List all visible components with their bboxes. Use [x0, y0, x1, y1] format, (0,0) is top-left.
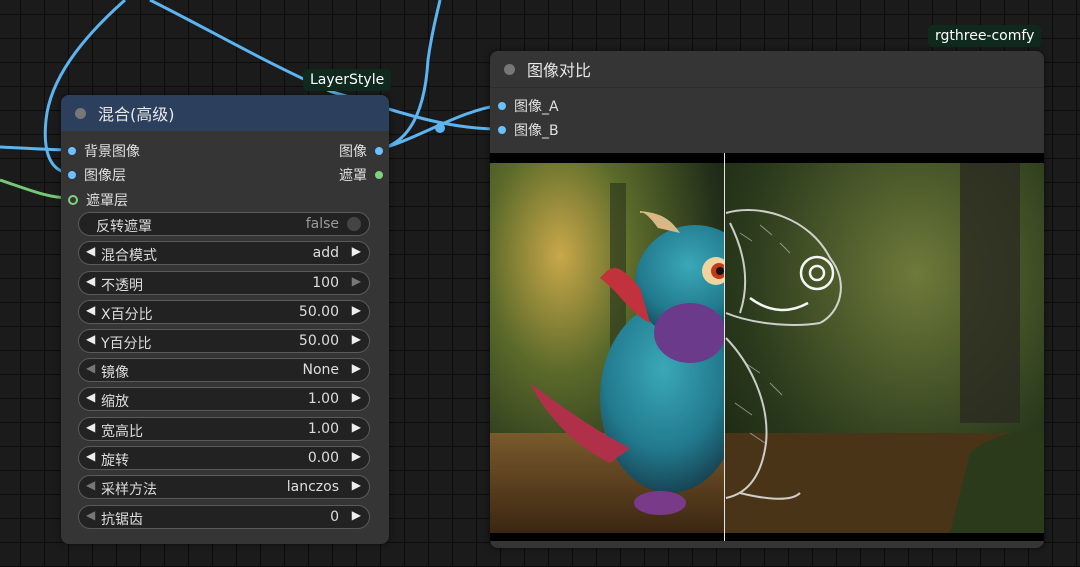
input-image-a[interactable]: 图像_A	[498, 96, 559, 116]
input-image-b[interactable]: 图像_B	[498, 120, 559, 140]
invert-mask-toggle[interactable]: 反转遮罩 false	[78, 212, 370, 236]
decrement-arrow-icon[interactable]: ◀	[86, 420, 95, 434]
increment-arrow-icon[interactable]: ▶	[352, 332, 361, 346]
increment-arrow-icon[interactable]: ▶	[352, 420, 361, 434]
compare-node-header[interactable]: 图像对比	[490, 51, 1044, 88]
mask-output-pin-icon[interactable]	[375, 171, 383, 179]
increment-arrow-icon[interactable]: ▶	[352, 303, 361, 317]
increment-arrow-icon[interactable]: ▶	[352, 478, 361, 492]
layerstyle-tag: LayerStyle	[303, 69, 392, 91]
toggle-knob-icon[interactable]	[347, 217, 361, 231]
increment-arrow-icon[interactable]: ▶	[352, 274, 361, 288]
decrement-arrow-icon[interactable]: ◀	[86, 449, 95, 463]
y-percent-widget[interactable]: ◀ Y百分比 50.00 ▶	[78, 329, 370, 353]
image-input-pin-icon[interactable]	[68, 147, 76, 155]
wire-reroute-dot	[435, 123, 445, 133]
image-input-pin-icon[interactable]	[68, 171, 76, 179]
opacity-widget[interactable]: ◀ 不透明 100 ▶	[78, 271, 370, 295]
mirror-widget[interactable]: ◀ 镜像 None ▶	[78, 358, 370, 382]
decrement-arrow-icon[interactable]: ◀	[86, 274, 95, 288]
antialias-widget[interactable]: ◀ 抗锯齿 0 ▶	[78, 505, 370, 529]
increment-arrow-icon[interactable]: ▶	[352, 390, 361, 404]
increment-arrow-icon[interactable]: ▶	[352, 361, 361, 375]
mask-input-pin-icon[interactable]	[68, 195, 78, 205]
increment-arrow-icon[interactable]: ▶	[352, 244, 361, 258]
blend-node-header[interactable]: 混合(高级)	[61, 95, 389, 131]
sampling-method-widget[interactable]: ◀ 采样方法 lanczos ▶	[78, 475, 370, 499]
decrement-arrow-icon[interactable]: ◀	[86, 478, 95, 492]
image-output-pin-icon[interactable]	[375, 147, 383, 155]
increment-arrow-icon[interactable]: ▶	[352, 449, 361, 463]
wire-to-mask-layer	[0, 178, 71, 200]
rotate-widget[interactable]: ◀ 旋转 0.00 ▶	[78, 446, 370, 470]
image-compare-node[interactable]: 图像对比 图像_A 图像_B	[490, 51, 1044, 548]
output-mask[interactable]: 遮罩	[339, 165, 383, 185]
scale-widget[interactable]: ◀ 缩放 1.00 ▶	[78, 387, 370, 411]
blend-advanced-node[interactable]: 混合(高级) 背景图像 图像层 遮罩层 图像 遮罩 反转遮罩 false ◀ 混…	[61, 95, 389, 544]
decrement-arrow-icon[interactable]: ◀	[86, 390, 95, 404]
rgthree-comfy-tag: rgthree-comfy	[928, 25, 1042, 47]
decrement-arrow-icon[interactable]: ◀	[86, 244, 95, 258]
comparison-image	[490, 163, 1044, 533]
input-layer-mask[interactable]: 遮罩层	[68, 190, 128, 210]
decrement-arrow-icon[interactable]: ◀	[86, 508, 95, 522]
blend-mode-widget[interactable]: ◀ 混合模式 add ▶	[78, 241, 370, 265]
input-background-image[interactable]: 背景图像	[68, 141, 140, 161]
decrement-arrow-icon[interactable]: ◀	[86, 361, 95, 375]
collapse-dot-icon[interactable]	[75, 107, 86, 119]
decrement-arrow-icon[interactable]: ◀	[86, 303, 95, 317]
compare-node-title: 图像对比	[527, 61, 592, 80]
wire-to-background-image	[0, 145, 71, 152]
blend-node-title: 混合(高级)	[98, 105, 175, 124]
output-image[interactable]: 图像	[339, 141, 383, 161]
decrement-arrow-icon[interactable]: ◀	[86, 332, 95, 346]
input-layer-image[interactable]: 图像层	[68, 165, 126, 185]
compare-slider-divider[interactable]	[724, 153, 725, 541]
image-input-pin-icon[interactable]	[498, 102, 506, 110]
x-percent-widget[interactable]: ◀ X百分比 50.00 ▶	[78, 300, 370, 324]
collapse-dot-icon[interactable]	[504, 63, 515, 75]
image-compare-preview[interactable]	[490, 153, 1044, 541]
aspect-ratio-widget[interactable]: ◀ 宽高比 1.00 ▶	[78, 417, 370, 441]
increment-arrow-icon[interactable]: ▶	[352, 508, 361, 522]
image-input-pin-icon[interactable]	[498, 126, 506, 134]
